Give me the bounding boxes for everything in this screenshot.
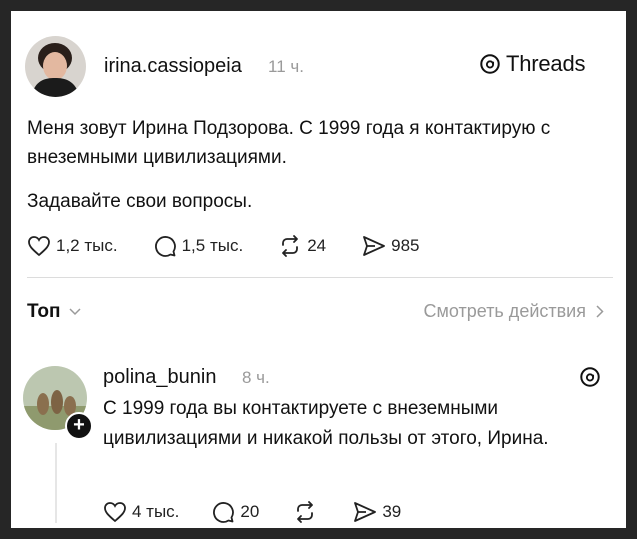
reply-reply-count: 20 xyxy=(240,502,260,521)
reply-text: С 1999 года вы контактируете с внеземным… xyxy=(103,398,549,449)
post-actions: 1,2 тыс. 1,5 тыс. 24 985 xyxy=(27,234,419,258)
thread-line xyxy=(55,443,57,523)
heart-icon xyxy=(104,502,126,523)
repost-icon xyxy=(282,235,299,257)
send-icon xyxy=(354,502,377,522)
share-count: 985 xyxy=(391,236,420,255)
view-activity-label: Смотреть действия xyxy=(423,301,586,321)
author-username[interactable]: irina.cassiopeia xyxy=(104,55,242,78)
reply-reply-button[interactable]: 20 xyxy=(211,500,259,524)
sort-label: Топ xyxy=(27,301,61,322)
repost-icon xyxy=(297,501,314,523)
threads-icon[interactable] xyxy=(579,366,601,388)
like-count: 1,2 тыс. xyxy=(56,236,118,255)
reply-username[interactable]: polina_bunin xyxy=(103,366,216,389)
reply-share-button[interactable]: 39 xyxy=(353,501,401,523)
view-activity-link[interactable]: Смотреть действия xyxy=(424,301,604,322)
chevron-down-icon xyxy=(68,308,81,316)
reply-like-count: 4 тыс. xyxy=(132,502,180,521)
sort-dropdown[interactable]: Топ xyxy=(27,301,81,323)
chevron-right-icon xyxy=(596,305,604,318)
reply-count: 1,5 тыс. xyxy=(181,236,244,255)
post-text: Меня зовут Ирина Подзорова. С 1999 года … xyxy=(27,118,551,168)
brand-name: Threads xyxy=(506,51,586,76)
follow-plus-button[interactable]: + xyxy=(65,412,93,440)
share-button[interactable]: 985 xyxy=(362,235,419,257)
threads-logo[interactable]: Threads xyxy=(479,51,586,77)
reply-timestamp: 8 ч. xyxy=(242,368,270,387)
repost-count: 24 xyxy=(307,236,327,255)
thread-card: irina.cassiopeia 11 ч. Threads Меня зову… xyxy=(11,11,626,528)
comment-icon xyxy=(213,502,235,523)
post-timestamp: 11 ч. xyxy=(268,57,304,76)
post-text-second: Задавайте свои вопросы. xyxy=(27,191,253,212)
reply-repost-button[interactable] xyxy=(293,500,317,524)
threads-icon xyxy=(480,54,500,74)
reply-like-button[interactable]: 4 тыс. xyxy=(103,501,179,523)
reply-button[interactable]: 1,5 тыс. xyxy=(153,234,244,258)
divider xyxy=(27,277,613,278)
reply-share-count: 39 xyxy=(382,502,402,521)
reply-actions: 4 тыс. 20 39 xyxy=(103,500,401,524)
heart-icon xyxy=(28,236,50,257)
author-avatar[interactable] xyxy=(25,36,86,97)
repost-button[interactable]: 24 xyxy=(278,234,326,258)
comment-icon xyxy=(154,236,176,257)
like-button[interactable]: 1,2 тыс. xyxy=(27,235,118,257)
send-icon xyxy=(363,236,386,256)
